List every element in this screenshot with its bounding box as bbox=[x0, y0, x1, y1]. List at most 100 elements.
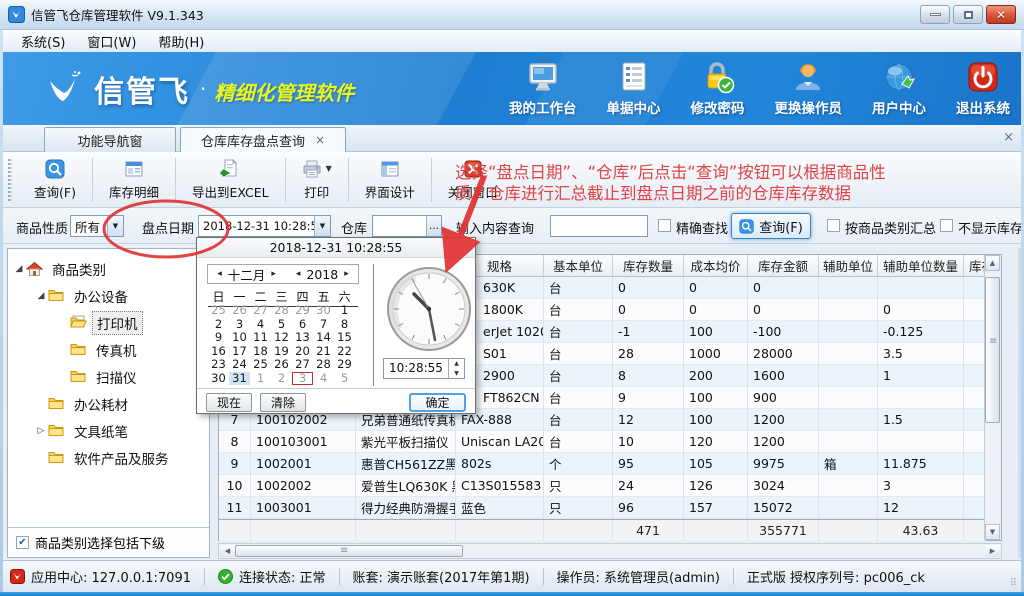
search-input[interactable] bbox=[550, 215, 648, 237]
close-window-button[interactable]: 关闭窗口 bbox=[436, 156, 510, 204]
calendar-day[interactable]: 7 bbox=[313, 318, 334, 331]
calendar-day[interactable]: 28 bbox=[313, 358, 334, 371]
exit-system-button[interactable]: 退出系统 bbox=[956, 60, 1010, 117]
calendar-day[interactable]: 4 bbox=[313, 372, 334, 385]
tree-item-5[interactable]: 办公耗材 bbox=[8, 390, 209, 417]
menu-system[interactable]: 系统(S) bbox=[10, 30, 76, 53]
spin-down-icon[interactable]: ▼ bbox=[449, 369, 464, 379]
calendar-day[interactable]: 4 bbox=[250, 318, 271, 331]
calendar-day[interactable]: 26 bbox=[271, 358, 292, 371]
tree-item-3[interactable]: 传真机 bbox=[8, 336, 209, 363]
query-button[interactable]: 查询(F) bbox=[22, 156, 88, 204]
calendar-day[interactable]: 5 bbox=[334, 372, 355, 385]
calendar-day[interactable]: 21 bbox=[313, 345, 334, 358]
tree-item-0[interactable]: ◢商品类别 bbox=[8, 255, 209, 282]
tab-inventory-check-query[interactable]: 仓库库存盘点查询 × bbox=[180, 127, 346, 152]
next-month-icon[interactable]: ▸ bbox=[271, 269, 276, 279]
prev-year-icon[interactable]: ◂ bbox=[296, 269, 301, 279]
collapsed-icon[interactable]: ▷ bbox=[34, 426, 48, 436]
calendar-day[interactable]: 15 bbox=[334, 331, 355, 344]
warehouse-field[interactable]: … bbox=[372, 215, 442, 237]
calendar-day[interactable]: 16 bbox=[208, 345, 229, 358]
horizontal-scroll-thumb[interactable] bbox=[235, 545, 463, 557]
calendar-day[interactable]: 3 bbox=[229, 318, 250, 331]
calendar-day[interactable]: 28 bbox=[271, 304, 292, 317]
category-select[interactable]: 所有 ▼ bbox=[70, 215, 124, 237]
calendar-day[interactable]: 9 bbox=[208, 331, 229, 344]
column-header[interactable]: 辅助单位 bbox=[819, 255, 878, 277]
ellipsis-picker-icon[interactable]: … bbox=[426, 216, 441, 236]
calendar-day[interactable]: 29 bbox=[292, 304, 313, 317]
calendar-day[interactable]: 6 bbox=[292, 318, 313, 331]
scroll-left-icon[interactable]: ◀ bbox=[220, 545, 235, 557]
calendar-day[interactable]: 20 bbox=[292, 345, 313, 358]
expanded-icon[interactable]: ◢ bbox=[12, 264, 26, 274]
exact-match-checkbox[interactable] bbox=[658, 219, 671, 232]
calendar-day[interactable]: 8 bbox=[334, 318, 355, 331]
table-row[interactable]: 8100103001紫光平板扫描仪Uniscan LA2000台10120120… bbox=[219, 431, 986, 453]
restore-button[interactable] bbox=[953, 5, 983, 24]
clear-button[interactable]: 清除 bbox=[260, 393, 306, 412]
calendar-day[interactable]: 24 bbox=[229, 358, 250, 371]
calendar-day[interactable]: 12 bbox=[271, 331, 292, 344]
column-header[interactable]: 库存数量 bbox=[613, 255, 684, 277]
tree-item-7[interactable]: 软件产品及服务 bbox=[8, 444, 209, 471]
user-center-button[interactable]: 用户中心 bbox=[872, 60, 926, 117]
spin-up-icon[interactable]: ▲ bbox=[449, 359, 464, 369]
hide-zero-stock-checkbox[interactable] bbox=[940, 219, 953, 232]
stock-detail-button[interactable]: 库存明细 bbox=[97, 156, 171, 204]
calendar-day[interactable]: 10 bbox=[229, 331, 250, 344]
table-row[interactable]: 91002001惠普CH561ZZ黑色墨盒802s个951059975箱11.8… bbox=[219, 453, 986, 475]
scroll-right-icon[interactable]: ▶ bbox=[985, 545, 1000, 557]
calendar-day[interactable]: 14 bbox=[313, 331, 334, 344]
table-row[interactable]: 101002002爱普生LQ630K 黑色色C13S015583只2412630… bbox=[219, 475, 986, 497]
tree-item-4[interactable]: 扫描仪 bbox=[8, 363, 209, 390]
include-children-checkbox[interactable]: ✔ bbox=[16, 536, 29, 549]
menu-help[interactable]: 帮助(H) bbox=[147, 30, 215, 53]
calendar-day[interactable]: 22 bbox=[334, 345, 355, 358]
column-header[interactable]: 库存金额 bbox=[748, 255, 819, 277]
minimize-button[interactable] bbox=[920, 5, 950, 24]
calendar-day[interactable]: 30 bbox=[313, 304, 334, 317]
prev-month-icon[interactable]: ◂ bbox=[217, 269, 222, 279]
grid-vertical-scrollbar[interactable]: ▲ ▼ bbox=[984, 255, 1001, 540]
print-dropdown-icon[interactable]: ▼ bbox=[326, 164, 332, 173]
switch-operator-button[interactable]: 更换操作员 bbox=[775, 60, 843, 117]
chevron-down-icon[interactable]: ▼ bbox=[314, 216, 330, 236]
calendar-day[interactable]: 13 bbox=[292, 331, 313, 344]
grid-horizontal-scrollbar[interactable]: ◀ ▶ bbox=[218, 543, 1002, 559]
calendar-day[interactable]: 2 bbox=[271, 372, 292, 385]
next-year-icon[interactable]: ▸ bbox=[344, 269, 349, 279]
change-password-button[interactable]: 修改密码 bbox=[691, 60, 745, 117]
calendar-day[interactable]: 30 bbox=[208, 372, 229, 385]
toolbar-grip[interactable] bbox=[8, 159, 12, 201]
tab-function-nav[interactable]: 功能导航窗 bbox=[44, 127, 176, 152]
calendar-day[interactable]: 27 bbox=[250, 304, 271, 317]
calendar-day[interactable]: 26 bbox=[229, 304, 250, 317]
tree-item-1[interactable]: ◢办公设备 bbox=[8, 282, 209, 309]
time-spin-buttons[interactable]: ▲▼ bbox=[448, 359, 464, 378]
close-button[interactable]: ✕ bbox=[986, 5, 1016, 24]
resize-grip[interactable]: ⠿ bbox=[1010, 578, 1018, 589]
query-submit-button[interactable]: 查询(F) bbox=[731, 213, 811, 239]
time-spinner[interactable]: 10:28:55 ▲▼ bbox=[383, 358, 465, 379]
ok-button[interactable]: 确定 bbox=[409, 393, 466, 412]
calendar-day[interactable]: 17 bbox=[229, 345, 250, 358]
calendar-day[interactable]: 29 bbox=[334, 358, 355, 371]
calendar-day[interactable]: 25 bbox=[250, 358, 271, 371]
scroll-up-icon[interactable]: ▲ bbox=[985, 255, 1000, 271]
calendar-day[interactable]: 19 bbox=[271, 345, 292, 358]
tree-item-6[interactable]: ▷文具纸笔 bbox=[8, 417, 209, 444]
export-excel-button[interactable]: 导出到EXCEL bbox=[180, 156, 281, 204]
calendar-day[interactable]: 25 bbox=[208, 304, 229, 317]
document-center-button[interactable]: 单据中心 bbox=[607, 60, 661, 117]
calendar-day[interactable]: 27 bbox=[292, 358, 313, 371]
check-date-select[interactable]: 2018-12-31 10:28:55 ▼ bbox=[198, 215, 331, 237]
chevron-down-icon[interactable]: ▼ bbox=[107, 216, 123, 236]
calendar-day[interactable]: 5 bbox=[271, 318, 292, 331]
calendar-day[interactable]: 1 bbox=[250, 372, 271, 385]
scroll-down-icon[interactable]: ▼ bbox=[985, 524, 1000, 540]
tab-close-icon[interactable]: × bbox=[315, 133, 325, 147]
column-header[interactable]: 成本均价 bbox=[684, 255, 748, 277]
ui-design-button[interactable]: 界面设计 bbox=[353, 156, 427, 204]
